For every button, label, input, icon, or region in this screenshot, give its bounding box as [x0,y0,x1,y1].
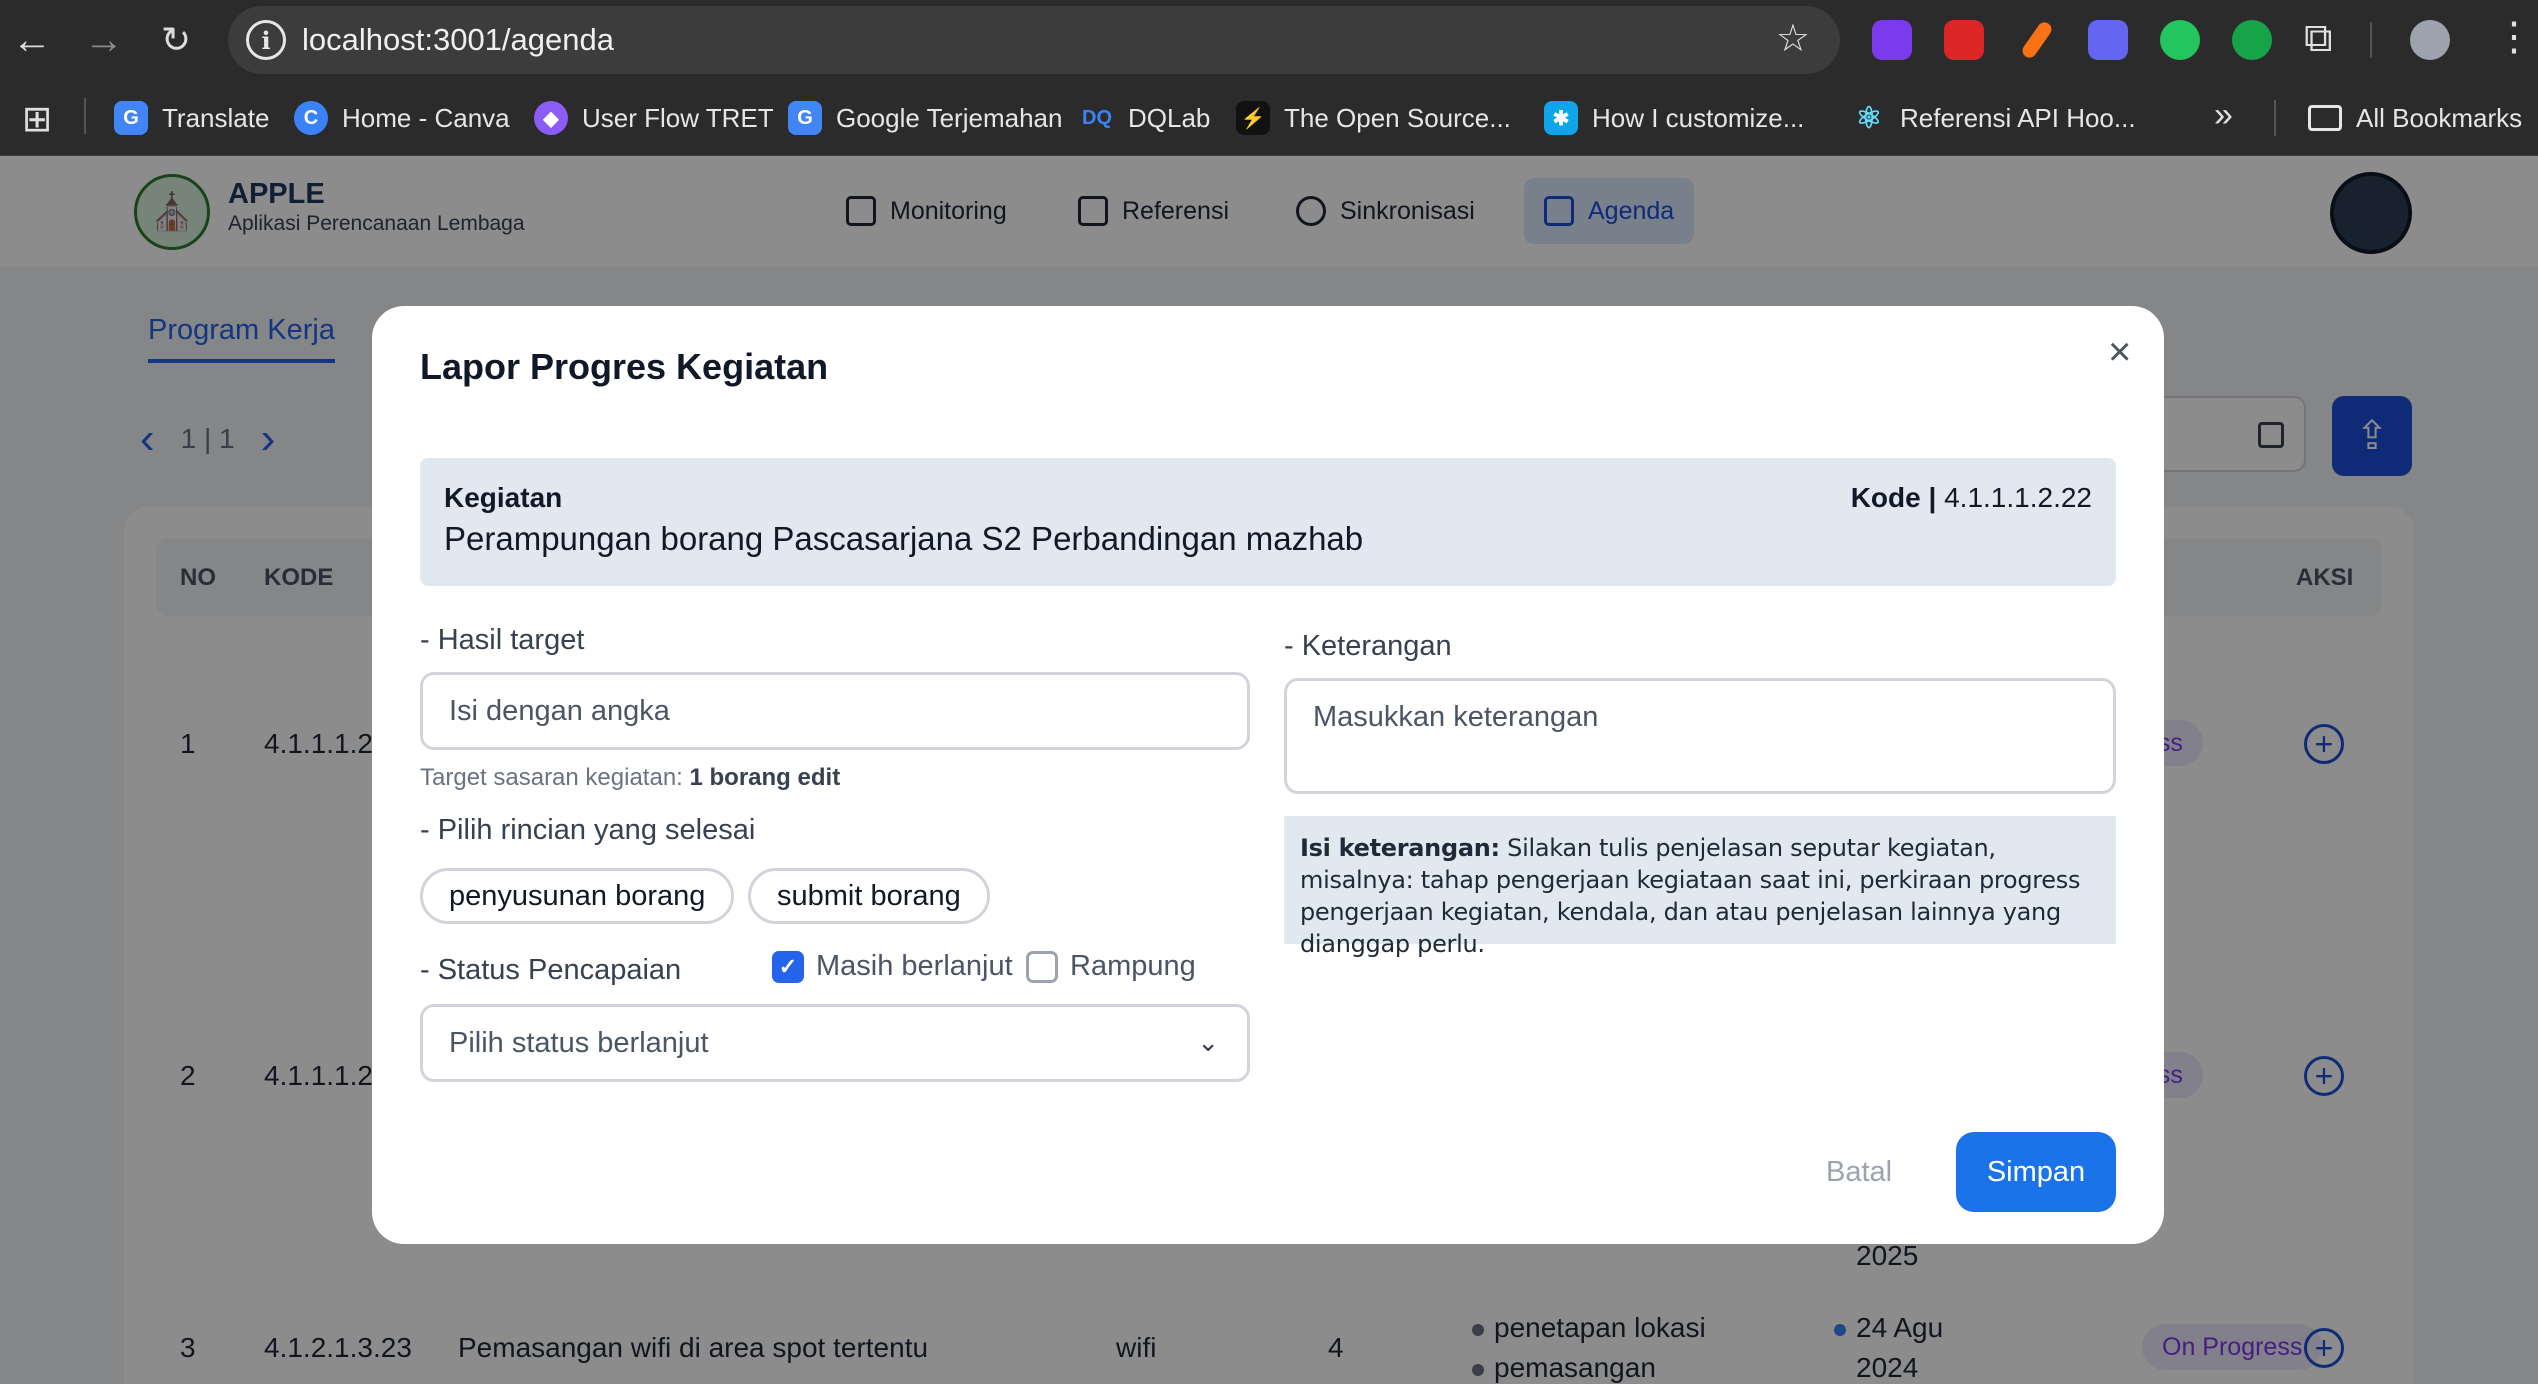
lapor-progres-modal: Lapor Progres Kegiatan × Kegiatan Peramp… [372,306,2164,1244]
kode-label: Kode | [1850,482,1937,513]
extension-brain-icon[interactable] [1872,20,1912,60]
target-hint: Target sasaran kegiatan: 1 borang edit [420,764,840,792]
bookmark-label: Referensi API Hoo... [1900,102,2136,133]
more-bookmarks-icon[interactable]: » [2214,96,2233,135]
chevron-down-icon: ⌄ [1197,1027,1219,1057]
google-translate-icon: G [114,101,148,135]
apps-grid-icon[interactable]: ⊞ [22,98,52,140]
keterangan-help: Isi keterangan: Silakan tulis penjelasan… [1284,816,2116,958]
close-icon[interactable]: × [2108,330,2131,375]
checkbox-masih-berlanjut[interactable]: ✓ Masih berlanjut [772,950,1013,983]
save-button[interactable]: Simpan [1956,1132,2116,1212]
bookmark-user-flow[interactable]: ◆ User Flow TRET [534,98,774,138]
bookmarks-divider [84,98,86,134]
all-bookmarks-label: All Bookmarks [2356,102,2523,133]
extension-cursor-icon[interactable] [2232,20,2272,60]
checkbox-label: Masih berlanjut [816,950,1013,982]
profile-avatar-icon[interactable] [2410,20,2450,60]
bookmarks-divider [2274,100,2276,136]
browser-toolbar: ← → ↻ i localhost:3001/agenda ☆ ⧉ ⋮ [0,0,2538,80]
kegiatan-kode: Kode | 4.1.1.1.2.22 [1851,482,2092,514]
status-select[interactable]: Pilih status berlanjut ⌄ [420,1004,1250,1082]
bookmark-label: The Open Source... [1284,102,1511,133]
bookmark-dqlab[interactable]: DQ DQLab [1080,98,1210,138]
figma-flow-icon: ◆ [534,101,568,135]
kegiatan-name: Perampungan borang Pascasarjana S2 Perba… [444,520,1364,557]
kegiatan-label: Kegiatan [444,482,563,513]
keterangan-label: - Keterangan [1284,630,1452,662]
toolbar-divider [2370,22,2372,58]
kode-value: 4.1.1.1.2.22 [1936,482,2092,513]
status-select-value: Pilih status berlanjut [449,1026,709,1059]
bookmarks-bar: ⊞ G Translate C Home - Canva ◆ User Flow TR… [0,80,2538,156]
more-menu-icon[interactable]: ⋮ [2494,14,2534,60]
bookmark-label: Translate [162,102,270,133]
bookmark-star-icon[interactable]: ☆ [1776,16,1810,61]
site-info-icon[interactable]: i [246,20,286,60]
bookmark-referensi-api[interactable]: ⚛ Referensi API Hoo... [1852,98,2136,138]
url-text: localhost:3001/agenda [302,22,614,57]
hasil-target-label: - Hasil target [420,624,585,656]
bookmark-label: Home - Canva [342,102,510,133]
bookmark-label: Google Terjemahan [836,102,1063,133]
bookmark-google-terjemahan[interactable]: G Google Terjemahan [788,98,1062,138]
extension-pen-icon[interactable] [2019,19,2055,61]
dqlab-icon: DQ [1082,106,1112,129]
react-icon: ⚛ [1855,101,1883,135]
back-icon[interactable]: ← [6,14,58,66]
target-hint-prefix: Target sasaran kegiatan: [420,764,690,791]
checkbox-label: Rampung [1070,950,1196,982]
bookmark-label: User Flow TRET [582,102,774,133]
target-hint-value: 1 borang edit [689,764,841,791]
reload-icon[interactable]: ↻ [150,14,202,66]
extension-gear-icon[interactable] [2088,20,2128,60]
all-bookmarks[interactable]: All Bookmarks [2308,98,2522,138]
checkbox-empty-icon [1026,950,1058,983]
kegiatan-info: Kegiatan Perampungan borang Pascasarjana… [420,458,2116,586]
help-bold: Isi keterangan: [1300,834,1500,862]
bookmark-canva[interactable]: C Home - Canva [294,98,510,138]
bookmark-how-i-customize[interactable]: ✱ How I customize... [1544,98,1804,138]
bolt-icon: ⚡ [1236,101,1270,135]
address-bar[interactable]: i localhost:3001/agenda ☆ [228,6,1840,74]
rincian-chip-penyusunan[interactable]: penyusunan borang [420,868,735,924]
checkbox-checked-icon: ✓ [772,950,804,983]
canva-icon: C [294,101,328,135]
rincian-label: - Pilih rincian yang selesai [420,814,756,846]
extensions-puzzle-icon[interactable]: ⧉ [2304,16,2333,61]
bookmark-label: How I customize... [1592,102,1805,133]
status-label: - Status Pencapaian [420,954,682,986]
extension-eye-icon[interactable] [2160,20,2200,60]
cancel-button[interactable]: Batal [1826,1156,1892,1189]
rincian-chip-submit[interactable]: submit borang [748,868,990,924]
forward-icon[interactable]: → [78,14,130,66]
extension-mendeley-icon[interactable] [1944,20,1984,60]
folder-icon [2308,105,2342,131]
checkbox-rampung[interactable]: Rampung [1026,950,1196,983]
keterangan-textarea[interactable]: Masukkan keterangan [1284,678,2116,794]
snowflake-icon: ✱ [1544,101,1578,135]
modal-title: Lapor Progres Kegiatan [420,346,829,387]
bookmark-open-source[interactable]: ⚡ The Open Source... [1236,98,1511,138]
bookmark-label: DQLab [1128,102,1211,133]
bookmark-translate[interactable]: G Translate [114,98,269,138]
google-translate-icon: G [788,101,822,135]
hasil-target-input[interactable]: Isi dengan angka [420,672,1250,750]
